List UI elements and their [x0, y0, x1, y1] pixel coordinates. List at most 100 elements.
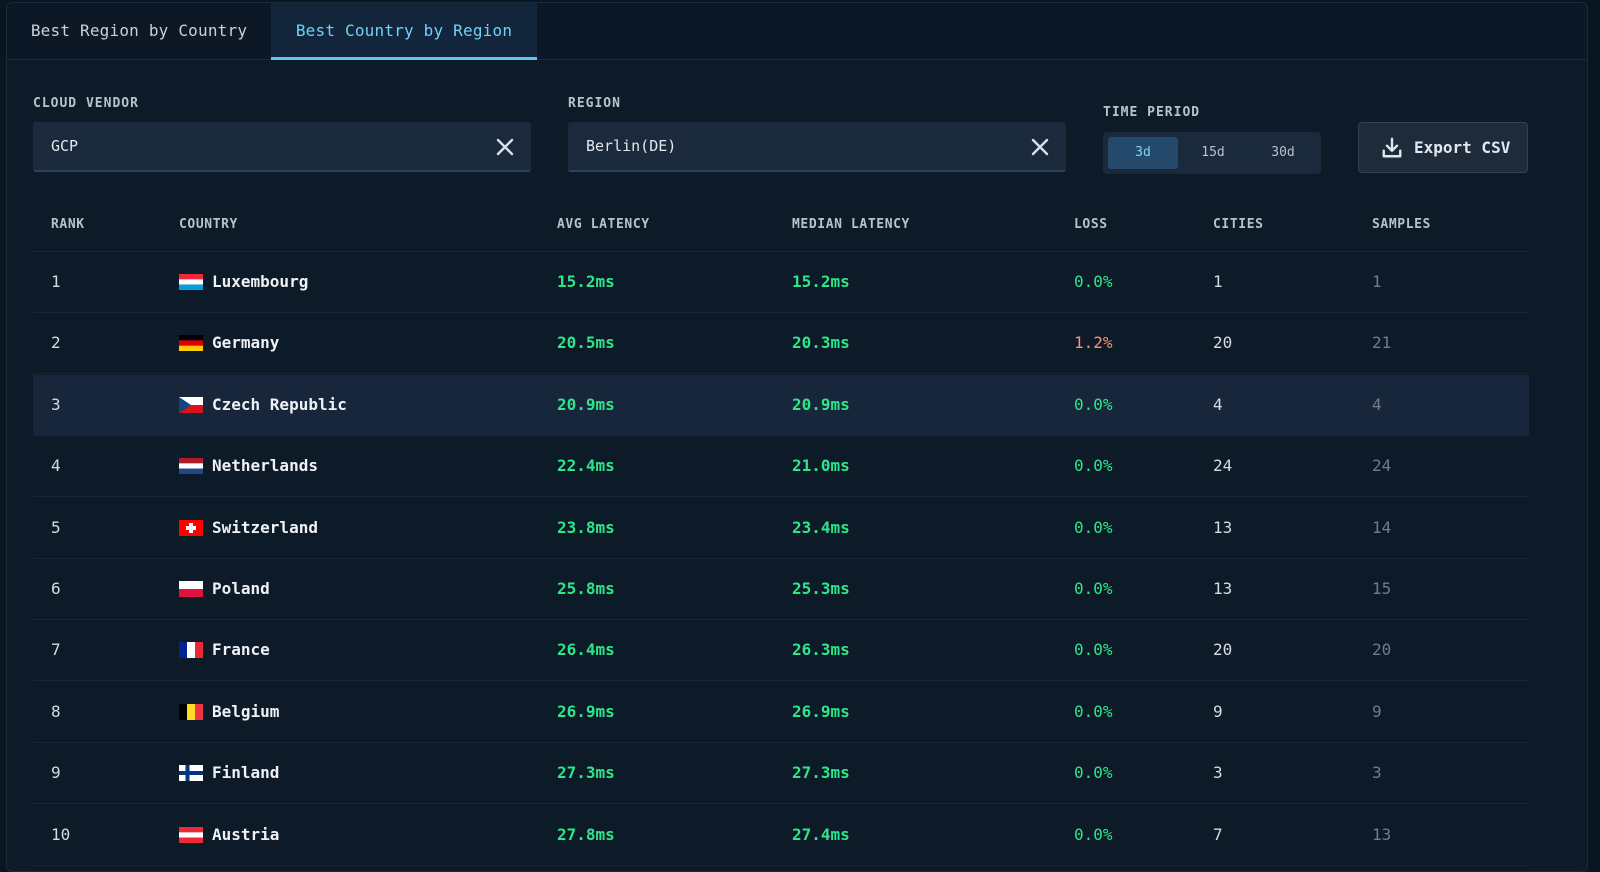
rank-cell: 2	[51, 333, 61, 353]
header-samples[interactable]: SAMPLES	[1372, 217, 1431, 232]
clear-region-icon[interactable]	[1028, 135, 1052, 159]
samples-cell: 4	[1372, 394, 1382, 414]
loss-cell: 0.0%	[1074, 640, 1113, 660]
rank-cell: 8	[51, 701, 61, 721]
avg-latency-cell: 25.8ms	[557, 579, 615, 598]
table-row[interactable]: 7 France 26.4ms 26.3ms 0.0% 20 20	[33, 620, 1529, 682]
region-value: Berlin(DE)	[586, 137, 677, 155]
loss-cell: 0.0%	[1074, 579, 1113, 598]
median-latency-cell: 25.3ms	[792, 579, 850, 598]
nl-flag-icon	[179, 458, 203, 475]
download-icon	[1382, 137, 1402, 158]
ch-flag-icon	[179, 519, 203, 536]
header-avg-latency[interactable]: AVG LATENCY	[557, 217, 650, 232]
country-cell: Netherlands	[179, 456, 318, 476]
cities-cell: 9	[1213, 701, 1223, 721]
table-row[interactable]: 1 Luxembourg 15.2ms 15.2ms 0.0% 1 1	[33, 252, 1529, 313]
loss-cell: 1.2%	[1074, 333, 1113, 353]
country-cell: Finland	[179, 763, 279, 783]
period-30d-button[interactable]: 30d	[1248, 137, 1318, 169]
samples-cell: 1	[1372, 272, 1382, 291]
period-3d-button[interactable]: 3d	[1108, 137, 1178, 169]
tab-best-country-by-region[interactable]: Best Country by Region	[271, 3, 537, 60]
avg-latency-cell: 20.9ms	[557, 394, 615, 414]
country-name: Switzerland	[212, 517, 318, 537]
country-name: Netherlands	[212, 456, 318, 476]
avg-latency-cell: 15.2ms	[557, 272, 615, 291]
cities-cell: 4	[1213, 394, 1223, 414]
loss-cell: 0.0%	[1074, 824, 1113, 844]
de-flag-icon	[179, 335, 203, 352]
country-cell: Czech Republic	[179, 395, 347, 415]
table-row[interactable]: 10 Austria 27.8ms 27.4ms 0.0% 7 13	[33, 805, 1529, 866]
table-row[interactable]: 2 Germany 20.5ms 20.3ms 1.2% 20 21	[33, 313, 1529, 375]
rank-cell: 4	[51, 456, 61, 476]
region-select[interactable]: Berlin(DE)	[568, 122, 1066, 172]
cities-cell: 13	[1213, 579, 1233, 598]
country-cell: Austria	[179, 825, 279, 845]
clear-vendor-icon[interactable]	[493, 135, 517, 159]
export-csv-label: Export CSV	[1414, 138, 1511, 157]
table-row[interactable]: 5 Switzerland 23.8ms 23.4ms 0.0% 13 14	[33, 498, 1529, 559]
cities-cell: 3	[1213, 763, 1223, 783]
tab-best-region-by-country[interactable]: Best Region by Country	[7, 3, 271, 59]
median-latency-cell: 20.9ms	[792, 394, 850, 414]
table-row[interactable]: 3 Czech Republic 20.9ms 20.9ms 0.0% 4 4	[33, 374, 1529, 436]
period-15d-button[interactable]: 15d	[1178, 137, 1248, 169]
rank-cell: 3	[51, 394, 61, 414]
cloud-vendor-value: GCP	[51, 137, 79, 155]
samples-cell: 24	[1372, 456, 1392, 476]
cz-flag-icon	[179, 396, 203, 413]
header-cities[interactable]: CITIES	[1213, 217, 1264, 232]
header-median-latency[interactable]: MEDIAN LATENCY	[792, 217, 910, 232]
table-row[interactable]: 6 Poland 25.8ms 25.3ms 0.0% 13 15	[33, 559, 1529, 620]
tab-bar: Best Region by Country Best Country by R…	[7, 3, 1587, 60]
cities-cell: 13	[1213, 517, 1233, 537]
loss-cell: 0.0%	[1074, 456, 1113, 476]
cities-cell: 20	[1213, 333, 1233, 353]
cloud-vendor-label: CLOUD VENDOR	[33, 96, 139, 111]
median-latency-cell: 15.2ms	[792, 272, 850, 291]
loss-cell: 0.0%	[1074, 394, 1113, 414]
header-rank[interactable]: RANK	[51, 217, 85, 232]
cities-cell: 7	[1213, 824, 1223, 844]
median-latency-cell: 27.4ms	[792, 824, 850, 844]
median-latency-cell: 26.3ms	[792, 640, 850, 660]
samples-cell: 20	[1372, 640, 1392, 660]
rank-cell: 7	[51, 640, 61, 660]
fi-flag-icon	[179, 765, 203, 782]
country-cell: France	[179, 640, 270, 660]
country-cell: Luxembourg	[179, 272, 308, 292]
loss-cell: 0.0%	[1074, 701, 1113, 721]
be-flag-icon	[179, 703, 203, 720]
median-latency-cell: 20.3ms	[792, 333, 850, 353]
country-cell: Germany	[179, 333, 279, 353]
country-name: Poland	[212, 579, 270, 598]
rank-cell: 10	[51, 824, 71, 844]
table-row[interactable]: 9 Finland 27.3ms 27.3ms 0.0% 3 3	[33, 743, 1529, 805]
region-label: REGION	[568, 96, 621, 111]
time-period-label: TIME PERIOD	[1103, 105, 1201, 120]
table-row[interactable]: 8 Belgium 26.9ms 26.9ms 0.0% 9 9	[33, 682, 1529, 743]
median-latency-cell: 26.9ms	[792, 701, 850, 721]
lu-flag-icon	[179, 274, 203, 290]
samples-cell: 21	[1372, 333, 1392, 353]
cloud-vendor-select[interactable]: GCP	[33, 122, 531, 172]
table-row[interactable]: 4 Netherlands 22.4ms 21.0ms 0.0% 24 24	[33, 436, 1529, 498]
rank-cell: 5	[51, 517, 61, 537]
samples-cell: 15	[1372, 579, 1392, 598]
samples-cell: 13	[1372, 824, 1392, 844]
median-latency-cell: 27.3ms	[792, 763, 850, 783]
export-csv-button[interactable]: Export CSV	[1358, 122, 1528, 173]
cities-cell: 1	[1213, 272, 1223, 291]
header-loss[interactable]: LOSS	[1074, 217, 1108, 232]
rank-cell: 9	[51, 763, 61, 783]
median-latency-cell: 23.4ms	[792, 517, 850, 537]
avg-latency-cell: 26.9ms	[557, 701, 615, 721]
loss-cell: 0.0%	[1074, 517, 1113, 537]
country-name: Finland	[212, 763, 280, 783]
time-period-toggle: 3d 15d 30d	[1103, 132, 1321, 174]
avg-latency-cell: 20.5ms	[557, 333, 615, 353]
loss-cell: 0.0%	[1074, 272, 1113, 291]
header-country[interactable]: COUNTRY	[179, 217, 238, 232]
